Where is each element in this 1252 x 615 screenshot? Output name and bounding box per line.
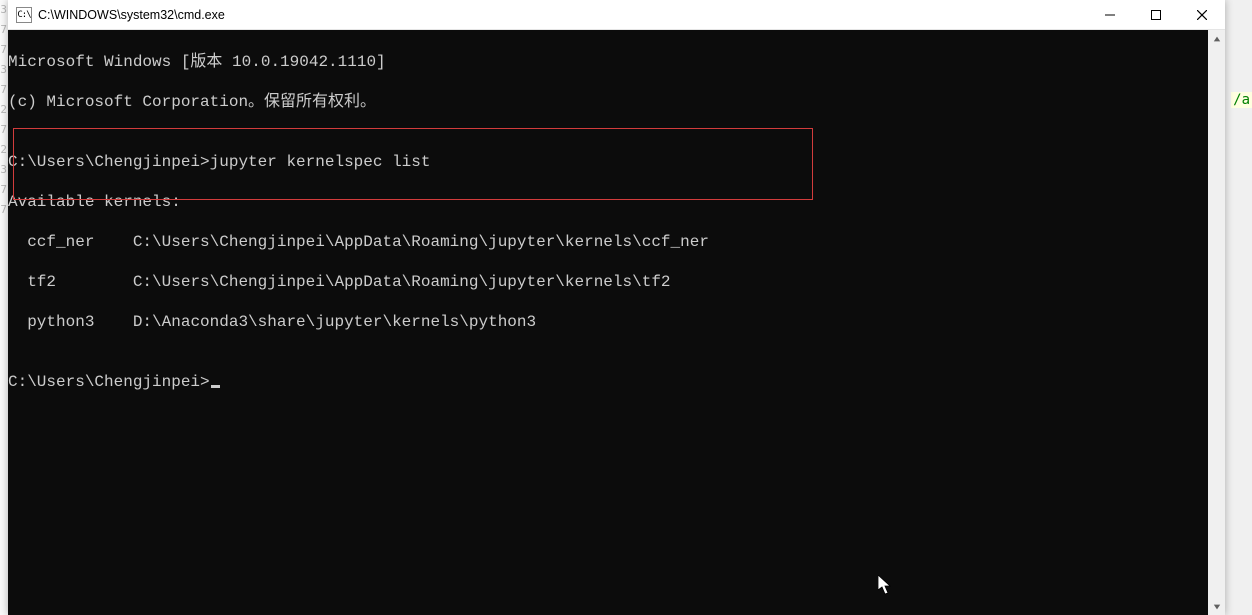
close-button[interactable] (1179, 0, 1225, 29)
vertical-scrollbar[interactable] (1208, 30, 1225, 615)
scrollbar-down-arrow-icon[interactable] (1208, 598, 1225, 615)
terminal-line: (c) Microsoft Corporation。保留所有权利。 (8, 92, 1225, 112)
right-side-code-fragment: /a (1231, 92, 1252, 108)
prompt-path: C:\Users\Chengjinpei> (8, 153, 210, 171)
kernel-row: ccf_ner C:\Users\Chengjinpei\AppData\Roa… (8, 232, 1225, 252)
window-title: C:\WINDOWS\system32\cmd.exe (38, 8, 1087, 22)
kernel-path: C:\Users\Chengjinpei\AppData\Roaming\jup… (133, 233, 709, 251)
window-titlebar[interactable]: C:\ C:\WINDOWS\system32\cmd.exe (8, 0, 1225, 30)
terminal-line: Microsoft Windows [版本 10.0.19042.1110] (8, 52, 1225, 72)
prompt-command: jupyter kernelspec list (210, 153, 431, 171)
terminal-prompt-line: C:\Users\Chengjinpei> (8, 372, 1225, 392)
maximize-button[interactable] (1133, 0, 1179, 29)
kernel-path: C:\Users\Chengjinpei\AppData\Roaming\jup… (133, 273, 671, 291)
scrollbar-up-arrow-icon[interactable] (1208, 30, 1225, 47)
terminal-line: Available kernels: (8, 192, 1225, 212)
editor-gutter-line-numbers: 3 7 7 3 7 2 7 2 3 7 7 (0, 0, 8, 615)
kernel-path: D:\Anaconda3\share\jupyter\kernels\pytho… (133, 313, 536, 331)
kernel-name: tf2 (27, 273, 56, 291)
kernel-row: python3 D:\Anaconda3\share\jupyter\kerne… (8, 312, 1225, 332)
terminal-body[interactable]: Microsoft Windows [版本 10.0.19042.1110] (… (8, 30, 1225, 615)
kernel-row: tf2 C:\Users\Chengjinpei\AppData\Roaming… (8, 272, 1225, 292)
kernel-name: python3 (27, 313, 94, 331)
prompt-path: C:\Users\Chengjinpei> (8, 373, 210, 391)
kernel-name: ccf_ner (27, 233, 94, 251)
scrollbar-track[interactable] (1208, 47, 1225, 598)
minimize-button[interactable] (1087, 0, 1133, 29)
terminal-prompt-line: C:\Users\Chengjinpei>jupyter kernelspec … (8, 152, 1225, 172)
terminal-cursor (211, 385, 220, 388)
cmd-app-icon: C:\ (16, 7, 32, 23)
cmd-window: C:\ C:\WINDOWS\system32\cmd.exe Microsof… (8, 0, 1225, 615)
